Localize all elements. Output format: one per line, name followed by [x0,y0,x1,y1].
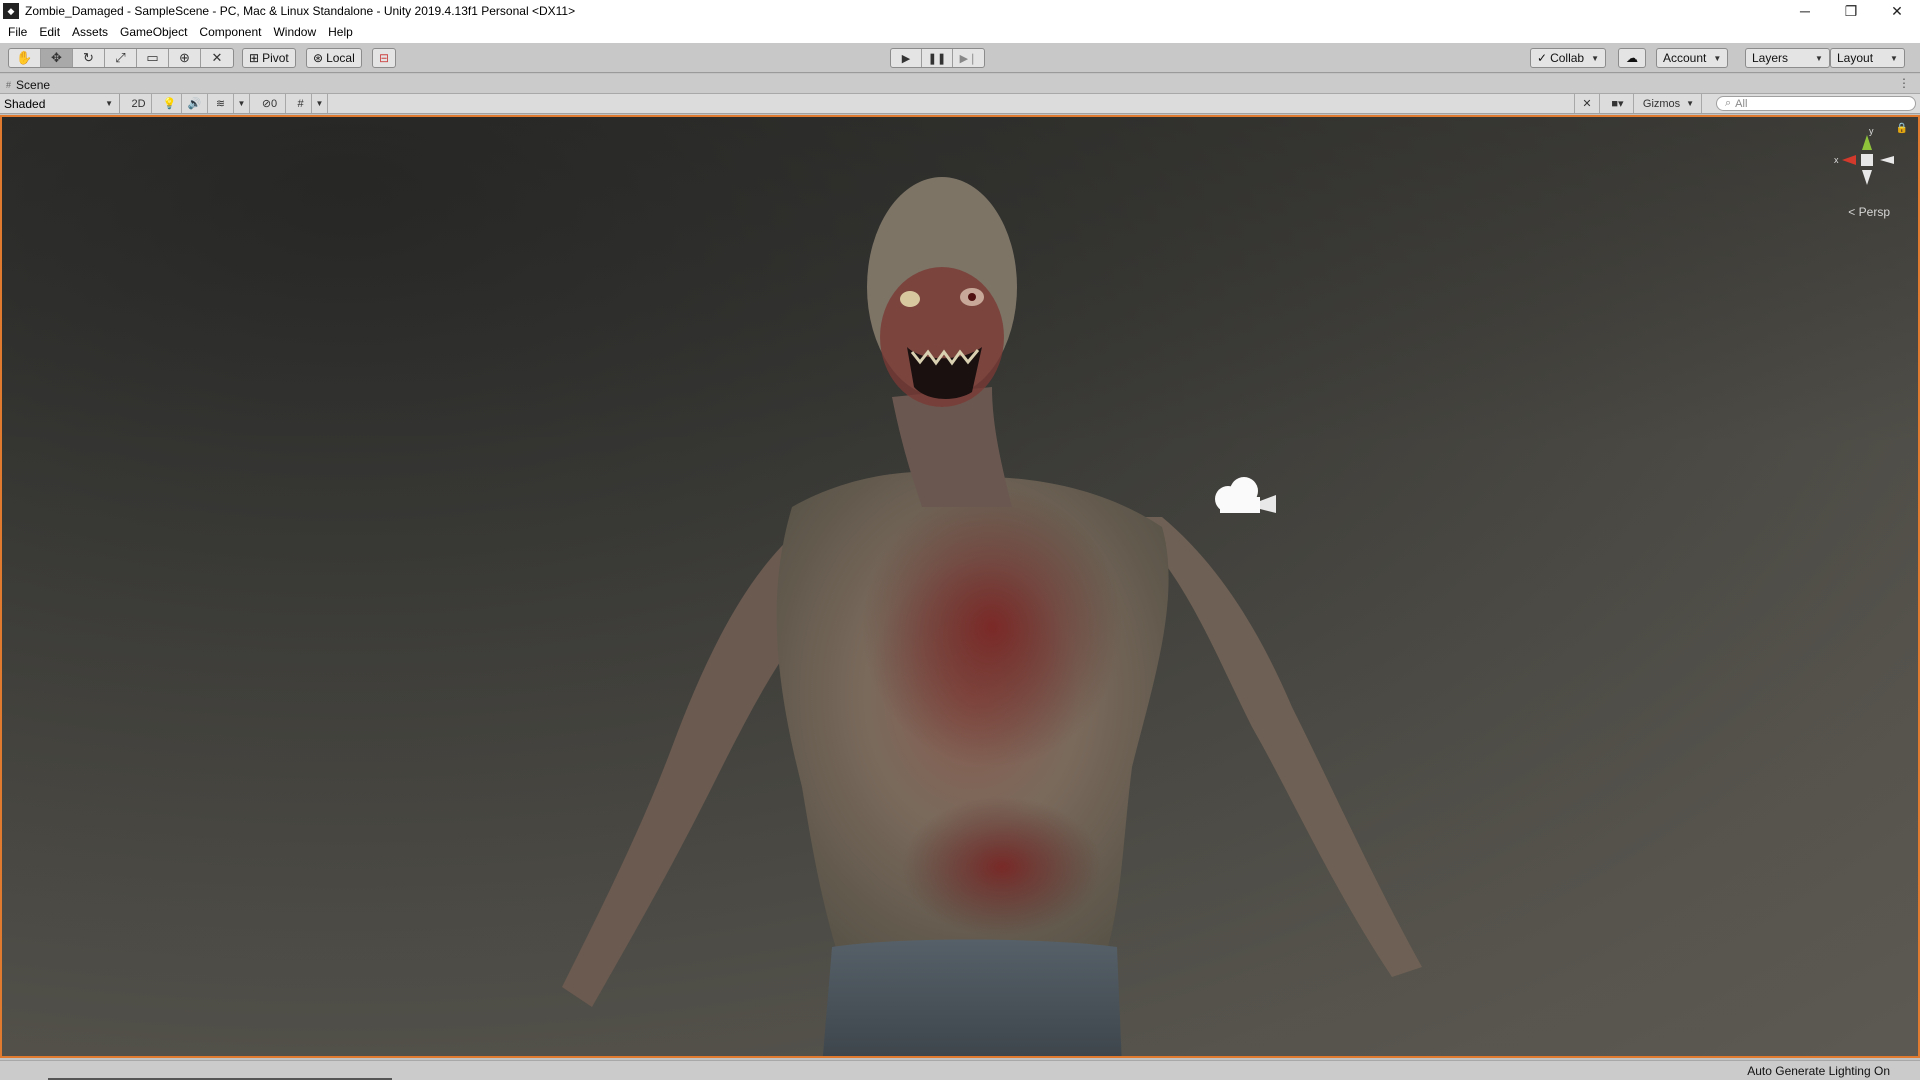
eye-slash-icon: ⊘ [261,98,272,110]
effects-toggle-icon[interactable]: ≋ [208,94,234,113]
step-icon: ▶❘ [959,52,978,65]
pivot-icon: ⊞ [249,51,260,65]
maximize-button[interactable]: ❐ [1828,0,1874,22]
toggle-2d-button[interactable]: 2D [126,94,152,113]
account-label: Account [1663,51,1707,65]
play-controls: ▶ ❚❚ ▶❘ [890,48,985,68]
pause-icon: ❚❚ [927,52,947,65]
orientation-gizmo[interactable]: y x [1832,125,1902,195]
lighting-toggle-icon[interactable]: 💡 [158,94,182,113]
pivot-label: Pivot [262,51,289,65]
scene-viewport[interactable]: 🔒 y x < Persp [0,115,1920,1058]
close-button[interactable]: ✕ [1874,0,1920,22]
chevron-down-icon: ▼ [105,99,113,108]
draw-mode-dropdown[interactable]: Shaded ▼ [0,94,120,113]
tools-settings-icon[interactable]: ✕ [1574,94,1600,113]
window-title: Zombie_Damaged - SampleScene - PC, Mac &… [25,4,576,18]
search-icon: ⌕ [1725,97,1732,109]
layers-dropdown[interactable]: Layers ▼ [1745,48,1830,68]
menu-component[interactable]: Component [193,22,267,43]
x-axis-label: x [1834,155,1839,165]
chevron-down-icon: ▼ [1713,53,1722,63]
scale-tool-icon[interactable]: ⤢ [105,49,137,67]
account-dropdown[interactable]: Account ▼ [1656,48,1729,68]
menu-help[interactable]: Help [322,22,359,43]
window-controls: ─ ❐ ✕ [1782,0,1920,22]
menu-edit[interactable]: Edit [33,22,66,43]
check-icon: ✓ [1537,51,1548,65]
chevron-down-icon: ▼ [1815,53,1823,63]
layers-label: Layers [1752,51,1789,65]
rotate-tool-icon[interactable]: ↻ [73,49,105,67]
menu-bar: File Edit Assets GameObject Component Wi… [0,22,1920,43]
menu-assets[interactable]: Assets [66,22,114,43]
pivot-toggle[interactable]: ⊞ Pivot [242,48,296,68]
tab-scene[interactable]: # Scene [6,76,50,94]
transform-tools: ✋ ✥ ↻ ⤢ ▭ ⊕ ✕ [8,48,234,68]
projection-label-button[interactable]: < Persp [1848,205,1890,219]
snap-toggle[interactable]: ⊟ [372,48,396,68]
grid-dropdown-chevron-down-icon[interactable]: ▼ [312,94,328,113]
grid-toggle-icon[interactable]: # [290,94,312,113]
chevron-down-icon: ▼ [1591,53,1600,63]
scene-search-input[interactable]: ⌕ All [1716,96,1916,111]
scene-tab-bar: # Scene ⋮ [0,74,1920,94]
menu-gameobject[interactable]: GameObject [114,22,193,43]
menu-file[interactable]: File [2,22,33,43]
gizmos-label: Gizmos [1642,97,1681,110]
title-bar: ◆ Zombie_Damaged - SampleScene - PC, Mac… [0,0,1920,22]
tab-scene-label: Scene [16,78,51,92]
transform-tool-icon[interactable]: ⊕ [169,49,201,67]
hand-tool-icon[interactable]: ✋ [9,49,41,67]
persp-label: Persp [1858,205,1890,219]
grid-icon: # [6,80,12,90]
main-toolbar: ✋ ✥ ↻ ⤢ ▭ ⊕ ✕ ⊞ Pivot ⊛ Local ⊟ ▶ ❚❚ ▶❘ … [0,43,1920,73]
custom-tool-icon[interactable]: ✕ [201,49,233,67]
step-button[interactable]: ▶❘ [953,49,984,67]
status-message: Auto Generate Lighting On [1747,1064,1890,1078]
effects-dropdown-chevron-down-icon[interactable]: ▼ [234,94,250,113]
cloud-button[interactable]: ☁ [1618,48,1646,68]
hidden-objects-toggle[interactable]: ⊘ 0 [254,94,286,113]
search-placeholder: All [1735,97,1748,110]
gizmos-dropdown[interactable]: Gizmos ▼ [1636,94,1702,113]
local-label: Local [326,51,355,65]
local-toggle[interactable]: ⊛ Local [306,48,362,68]
minimize-button[interactable]: ─ [1782,0,1828,22]
play-icon: ▶ [901,52,911,65]
cloud-icon: ☁ [1626,51,1638,65]
menu-window[interactable]: Window [267,22,322,43]
zombie-model [562,177,1422,1056]
pause-button[interactable]: ❚❚ [922,49,953,67]
move-tool-icon[interactable]: ✥ [41,49,73,67]
layout-label: Layout [1837,51,1874,65]
chevron-left-icon: < [1848,205,1856,219]
scene-toolbar: Shaded ▼ 2D 💡 🔊 ≋ ▼ ⊘ 0 # ▼ ✕ ■▾ Gizmos … [0,94,1920,114]
draw-mode-label: Shaded [4,96,46,111]
y-axis-label: y [1869,126,1874,136]
collab-label: Collab [1550,51,1585,65]
layout-dropdown[interactable]: Layout ▼ [1830,48,1905,68]
collab-button[interactable]: ✓ Collab ▼ [1530,48,1607,68]
rect-tool-icon[interactable]: ▭ [137,49,169,67]
local-icon: ⊛ [313,51,324,65]
status-bar: Auto Generate Lighting On [0,1060,1920,1080]
camera-settings-icon[interactable]: ■▾ [1602,94,1634,113]
more-options-icon[interactable]: ⋮ [1898,76,1910,90]
chevron-down-icon: ▼ [1890,53,1898,63]
chevron-down-icon: ▼ [1686,99,1695,108]
hidden-count: 0 [271,97,278,110]
grid-snap-icon: ⊟ [378,51,390,65]
unity-logo-icon: ◆ [3,3,19,19]
play-button[interactable]: ▶ [891,49,922,67]
audio-toggle-icon[interactable]: 🔊 [182,94,208,113]
camera-gizmo-icon[interactable] [1210,473,1280,526]
